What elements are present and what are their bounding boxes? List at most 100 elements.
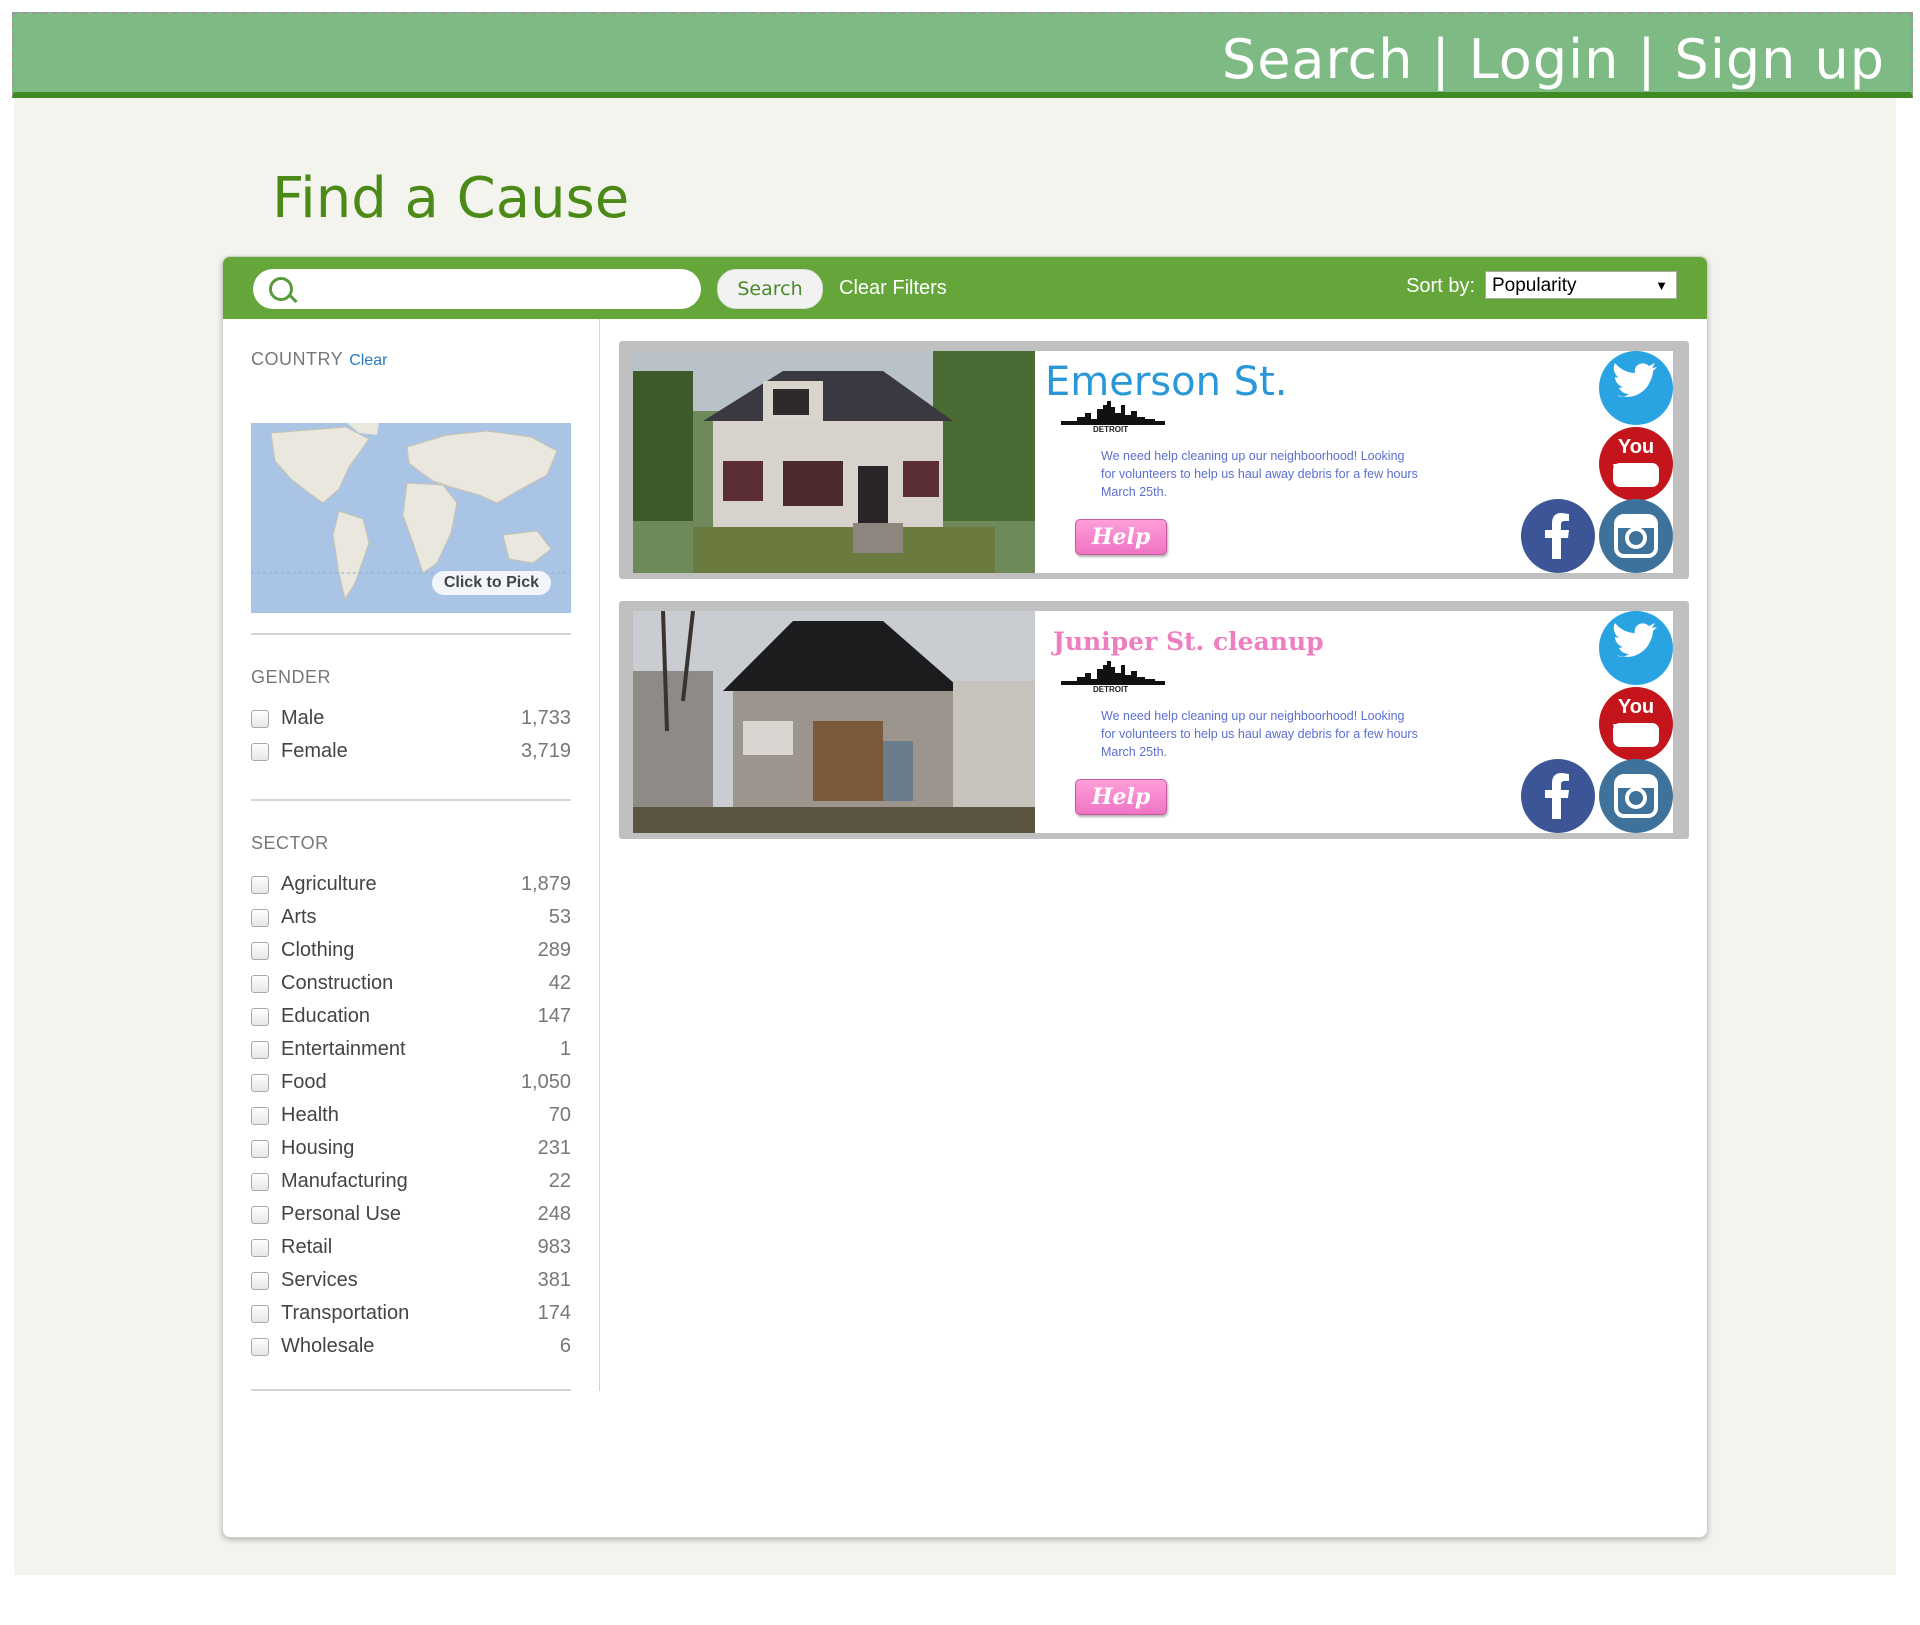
sector-option-retail[interactable]: Retail 983 bbox=[251, 1236, 571, 1262]
nav-separator: | bbox=[1431, 28, 1451, 91]
sector-option-wholesale[interactable]: Wholesale 6 bbox=[251, 1335, 571, 1361]
filter-count: 147 bbox=[537, 1005, 571, 1027]
sector-option-clothing[interactable]: Clothing 289 bbox=[251, 939, 571, 965]
checkbox[interactable] bbox=[251, 876, 269, 894]
checkbox[interactable] bbox=[251, 1008, 269, 1026]
sector-option-agriculture[interactable]: Agriculture 1,879 bbox=[251, 873, 571, 899]
city-skyline-icon bbox=[1061, 661, 1165, 685]
page-title: Find a Cause bbox=[272, 166, 630, 231]
youtube-icon-text: You Tube bbox=[1613, 696, 1660, 743]
checkbox[interactable] bbox=[251, 1338, 269, 1356]
sort-select[interactable]: Popularity ▼ bbox=[1485, 271, 1677, 299]
checkbox[interactable] bbox=[251, 1041, 269, 1059]
checkbox[interactable] bbox=[251, 1272, 269, 1290]
filter-count: 1,733 bbox=[520, 707, 571, 729]
sidebar-divider bbox=[599, 319, 600, 1391]
filter-count: 174 bbox=[537, 1302, 571, 1324]
help-button[interactable]: Help bbox=[1075, 779, 1167, 815]
checkbox[interactable] bbox=[251, 710, 269, 728]
instagram-icon[interactable] bbox=[1599, 499, 1673, 573]
checkbox[interactable] bbox=[251, 975, 269, 993]
city-label: DETROIT bbox=[1093, 425, 1129, 434]
checkbox[interactable] bbox=[251, 1074, 269, 1092]
filter-toolbar: Search Clear Filters Sort by: Popularity… bbox=[223, 257, 1707, 319]
checkbox[interactable] bbox=[251, 743, 269, 761]
sector-option-health[interactable]: Health 70 bbox=[251, 1104, 571, 1130]
city-label: DETROIT bbox=[1093, 685, 1129, 694]
help-button[interactable]: Help bbox=[1075, 519, 1167, 555]
filter-count: 70 bbox=[548, 1104, 571, 1126]
twitter-icon[interactable] bbox=[1599, 351, 1673, 425]
checkbox[interactable] bbox=[251, 1107, 269, 1125]
cause-card[interactable]: Emerson St. DETROIT We need help cleanin… bbox=[619, 341, 1689, 579]
top-nav-bar: Search | Login | Sign up bbox=[12, 12, 1913, 98]
city-skyline-icon bbox=[1061, 401, 1165, 425]
sort-select-value: Popularity bbox=[1492, 275, 1577, 296]
youtube-icon[interactable]: You Tube bbox=[1599, 687, 1673, 761]
twitter-icon[interactable] bbox=[1599, 611, 1673, 685]
sort-by-label: Sort by: bbox=[1406, 275, 1475, 297]
filter-count: 289 bbox=[537, 939, 571, 961]
nav-signup-link[interactable]: Sign up bbox=[1675, 28, 1885, 91]
sector-option-personal-use[interactable]: Personal Use 248 bbox=[251, 1203, 571, 1229]
sector-heading: SECTOR bbox=[251, 833, 329, 853]
checkbox[interactable] bbox=[251, 1239, 269, 1257]
burned-house-photo-icon bbox=[633, 611, 1035, 833]
sector-option-education[interactable]: Education 147 bbox=[251, 1005, 571, 1031]
instagram-icon[interactable] bbox=[1599, 759, 1673, 833]
nav-search-link[interactable]: Search bbox=[1222, 28, 1414, 91]
filter-count: 381 bbox=[537, 1269, 571, 1291]
nav-separator: | bbox=[1637, 28, 1657, 91]
filter-count: 248 bbox=[537, 1203, 571, 1225]
checkbox[interactable] bbox=[251, 1305, 269, 1323]
checkbox[interactable] bbox=[251, 909, 269, 927]
filter-label: Construction bbox=[281, 972, 394, 994]
sector-option-food[interactable]: Food 1,050 bbox=[251, 1071, 571, 1097]
sector-option-housing[interactable]: Housing 231 bbox=[251, 1137, 571, 1163]
checkbox[interactable] bbox=[251, 1206, 269, 1224]
section-divider bbox=[251, 1389, 571, 1391]
sector-option-construction[interactable]: Construction 42 bbox=[251, 972, 571, 998]
nav-login-link[interactable]: Login bbox=[1469, 28, 1620, 91]
facebook-icon[interactable] bbox=[1521, 499, 1595, 573]
filter-label: Entertainment bbox=[281, 1038, 406, 1060]
top-nav: Search | Login | Sign up bbox=[1222, 28, 1885, 91]
filter-label: Housing bbox=[281, 1137, 355, 1159]
search-button[interactable]: Search bbox=[717, 269, 823, 309]
cause-title[interactable]: Juniper St. cleanup bbox=[1053, 627, 1324, 656]
filter-count: 42 bbox=[548, 972, 571, 994]
sector-option-manufacturing[interactable]: Manufacturing 22 bbox=[251, 1170, 571, 1196]
filter-count: 3,719 bbox=[520, 740, 571, 762]
checkbox[interactable] bbox=[251, 1173, 269, 1191]
filter-count: 1,050 bbox=[520, 1071, 571, 1093]
gender-option-male[interactable]: Male 1,733 bbox=[251, 707, 571, 733]
filter-label: Female bbox=[281, 740, 348, 762]
gender-option-female[interactable]: Female 3,719 bbox=[251, 740, 571, 766]
world-map-picker[interactable]: Click to Pick bbox=[251, 423, 571, 613]
filter-count: 983 bbox=[537, 1236, 571, 1258]
cause-card[interactable]: Juniper St. cleanup DETROIT We need help… bbox=[619, 601, 1689, 839]
checkbox[interactable] bbox=[251, 942, 269, 960]
checkbox[interactable] bbox=[251, 1140, 269, 1158]
cause-description: We need help cleaning up our neighboorho… bbox=[1101, 709, 1418, 759]
filter-label: Personal Use bbox=[281, 1203, 402, 1225]
cause-card-body: Emerson St. DETROIT We need help cleanin… bbox=[633, 351, 1673, 573]
country-clear-link[interactable]: Clear bbox=[349, 352, 387, 369]
youtube-icon[interactable]: You Tube bbox=[1599, 427, 1673, 501]
sector-option-transportation[interactable]: Transportation 174 bbox=[251, 1302, 571, 1328]
filter-label: Manufacturing bbox=[281, 1170, 408, 1192]
search-input[interactable] bbox=[253, 269, 701, 309]
filter-label: Wholesale bbox=[281, 1335, 375, 1357]
sector-option-entertainment[interactable]: Entertainment 1 bbox=[251, 1038, 571, 1064]
facebook-icon[interactable] bbox=[1521, 759, 1595, 833]
map-pick-label: Click to Pick bbox=[431, 571, 551, 595]
clear-filters-link[interactable]: Clear Filters bbox=[839, 277, 947, 300]
country-title: COUNTRY bbox=[251, 349, 344, 369]
filter-label: Agriculture bbox=[281, 873, 377, 895]
house-photo-icon bbox=[633, 351, 1035, 573]
sector-option-services[interactable]: Services 381 bbox=[251, 1269, 571, 1295]
gender-heading: GENDER bbox=[251, 667, 332, 687]
sector-option-arts[interactable]: Arts 53 bbox=[251, 906, 571, 932]
causes-panel: Search Clear Filters Sort by: Popularity… bbox=[222, 256, 1708, 1538]
filter-count: 1,879 bbox=[520, 873, 571, 895]
